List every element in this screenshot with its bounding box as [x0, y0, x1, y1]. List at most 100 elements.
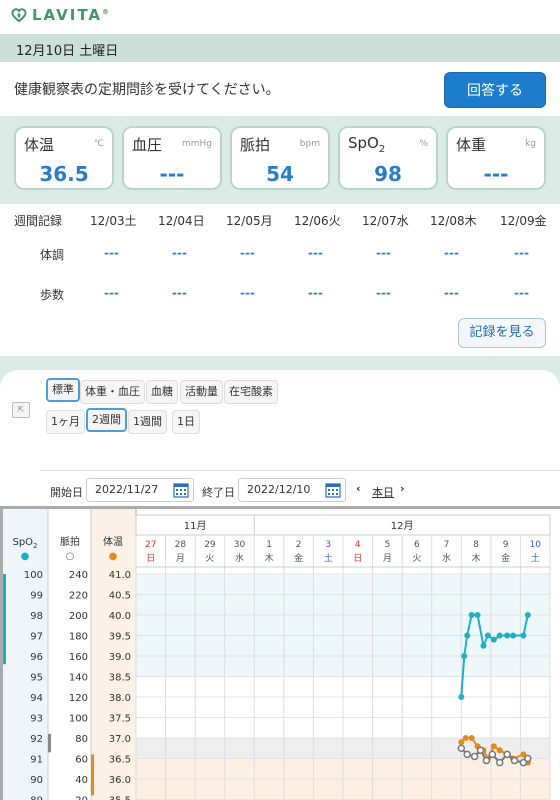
view-records-button[interactable]: 記録を見る: [458, 318, 546, 348]
start-date-input[interactable]: 2022/11/27: [86, 478, 194, 502]
data-point-spo2: [490, 636, 497, 643]
steps-value: ---: [444, 286, 459, 300]
condition-value: ---: [514, 246, 529, 260]
vital-card-pulse[interactable]: 脈拍 bpm 54: [230, 126, 330, 190]
end-date-input[interactable]: 2022/12/10: [238, 478, 346, 502]
vital-card-spo2[interactable]: SpO2 % 98: [338, 126, 438, 190]
pulse-range-bar: [48, 733, 51, 753]
data-point-spo2: [510, 632, 517, 639]
vital-unit: mmHg: [181, 139, 212, 149]
tab-standard[interactable]: 標準: [46, 378, 80, 402]
steps-value: ---: [514, 286, 529, 300]
day-weekday: 火: [205, 553, 214, 564]
data-point-pulse: [470, 752, 479, 761]
condition-value: ---: [444, 246, 459, 260]
day-number: 8: [473, 540, 479, 550]
day-weekday: 金: [294, 552, 303, 564]
data-point-spo2: [484, 632, 491, 639]
chart-toggle-icon[interactable]: ⇱: [12, 402, 30, 418]
vital-card-temperature[interactable]: 体温 ℃ 36.5: [14, 126, 114, 190]
tab-home-oxygen[interactable]: 在宅酸素: [224, 380, 278, 404]
data-point-pulse: [510, 756, 519, 765]
end-date-value: 2022/12/10: [247, 483, 311, 496]
day-number: 6: [414, 540, 420, 550]
weekly-title: 週間記録: [14, 214, 63, 228]
vital-unit: ℃: [93, 139, 104, 149]
data-point-pulse: [488, 750, 497, 759]
axis-tick-label: 41.0: [109, 570, 131, 581]
prev-period-button[interactable]: ‹: [356, 482, 361, 495]
next-period-button[interactable]: ›: [400, 482, 405, 495]
data-point-temperature: [468, 735, 475, 741]
day-weekday: 火: [412, 553, 421, 564]
axis-tick-label: 39.5: [109, 632, 131, 643]
vital-name: 体重: [456, 136, 487, 154]
axis-tick-label: 220: [69, 591, 88, 602]
vital-unit: bpm: [299, 139, 320, 149]
tab-blood-sugar[interactable]: 血糖: [146, 380, 178, 404]
calendar-icon[interactable]: [173, 482, 189, 498]
data-point-temperature: [490, 743, 497, 750]
heart-leaf-icon: [11, 8, 27, 23]
data-point-pulse: [457, 744, 466, 752]
weekly-date: 12/05月: [226, 214, 273, 228]
data-point-spo2: [480, 642, 487, 649]
data-point-pulse: [482, 756, 491, 765]
axis-tick-label: 89: [30, 796, 43, 800]
day-weekday: 水: [235, 552, 244, 564]
condition-value: ---: [308, 246, 323, 260]
filter-divider: [40, 470, 560, 471]
spo2-range-bar: [3, 574, 6, 665]
vital-unit: %: [419, 139, 428, 149]
axis-marker: ○: [66, 551, 75, 562]
tab-activity[interactable]: 活動量: [180, 380, 223, 404]
data-point-pulse: [463, 750, 471, 759]
axis-tick-label: 36.0: [109, 775, 131, 786]
axis-tick-label: 40.0: [109, 611, 131, 622]
vital-value: 36.5: [39, 162, 89, 186]
data-point-spo2: [524, 612, 531, 618]
day-number: 27: [145, 540, 156, 550]
answer-button[interactable]: 回答する: [444, 72, 546, 108]
vital-card-weight[interactable]: 体重 kg ---: [446, 126, 546, 190]
period-1-day[interactable]: 1日: [172, 410, 200, 434]
axis-tick-label: 98: [30, 611, 43, 622]
axis-marker: ●: [109, 551, 118, 562]
axis-tick-label: 99: [30, 591, 43, 602]
tab-weight-blood-pressure[interactable]: 体重・血圧: [80, 380, 145, 404]
axis-tick-label: 160: [69, 652, 88, 663]
data-point-temperature: [458, 739, 465, 746]
day-weekday: 金: [501, 552, 510, 564]
day-number: 3: [325, 540, 331, 550]
vital-name: SpO2: [348, 134, 386, 155]
axis-tick-label: 40.5: [109, 591, 131, 602]
today-link[interactable]: 本日: [372, 484, 394, 500]
period-1-week[interactable]: 1週間: [128, 410, 167, 434]
axis-tick-label: 38.0: [109, 693, 131, 704]
vital-value: ---: [483, 162, 509, 186]
start-date-label: 開始日: [50, 486, 83, 499]
axis-tick-label: 97: [30, 632, 43, 643]
app-header: LAVITA®: [0, 0, 560, 34]
end-date-label: 終了日: [202, 486, 235, 499]
day-weekday: 木: [265, 552, 274, 564]
vital-value: 54: [266, 162, 294, 186]
data-point-pulse: [503, 750, 511, 759]
logo-text: LAVITA®: [32, 6, 112, 24]
calendar-icon[interactable]: [325, 482, 341, 498]
day-number: 29: [204, 540, 216, 550]
period-1-month[interactable]: 1ヶ月: [46, 410, 85, 434]
app-logo[interactable]: LAVITA®: [10, 6, 111, 24]
period-2-weeks[interactable]: 2週間: [86, 408, 127, 432]
axis-tick-label: 80: [75, 734, 88, 745]
data-point-spo2: [496, 632, 503, 639]
weekly-date: 12/06火: [294, 214, 341, 228]
condition-value: ---: [172, 246, 187, 260]
notice-text: 健康観察表の定期問診を受けてください。: [14, 82, 280, 98]
day-weekday: 日: [353, 553, 362, 564]
vital-value: ---: [159, 162, 185, 186]
vital-card-blood-pressure[interactable]: 血圧 mmHg ---: [122, 126, 222, 190]
steps-value: ---: [172, 286, 187, 300]
axis-title: 脈拍: [60, 535, 80, 548]
vital-name: 体温: [24, 136, 55, 154]
